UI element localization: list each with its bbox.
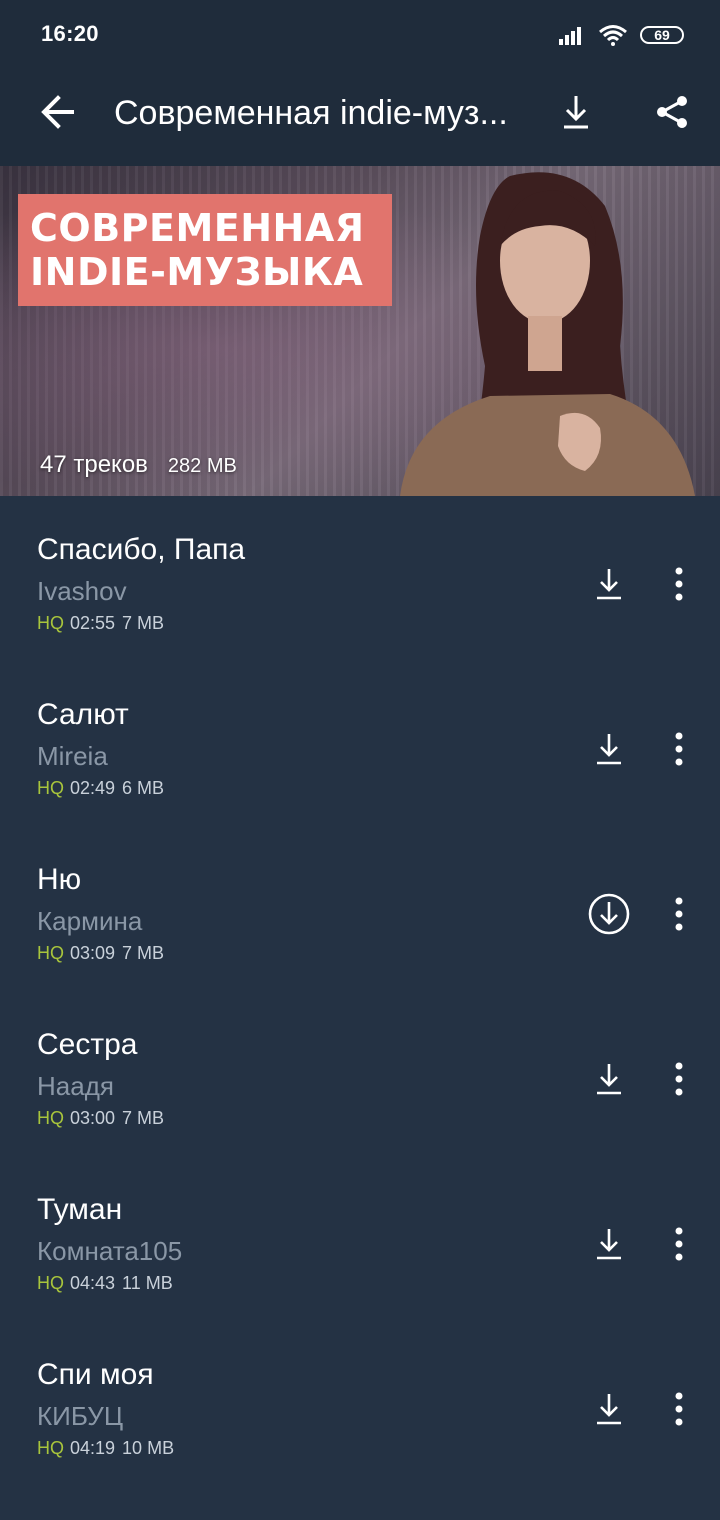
track-title: Сестра xyxy=(37,1028,138,1061)
playlist-banner: СОВРЕМЕННАЯ INDIE-МУЗЫКА 47 треков 282 M… xyxy=(0,166,720,496)
status-icons: 69 xyxy=(558,22,684,48)
track-size: 7 MB xyxy=(122,1108,165,1128)
signal-icon xyxy=(559,27,581,45)
track-list: Спасибо, Папа Ivashov HQ 02:55 7 MB Салют … xyxy=(0,496,720,1486)
download-circle-icon xyxy=(588,893,630,935)
track-size: 11 MB xyxy=(122,1273,173,1293)
download-all-button[interactable] xyxy=(548,84,604,140)
track-duration: 04:19 xyxy=(70,1438,116,1458)
banner-label-line-1: СОВРЕМЕННАЯ xyxy=(30,206,365,250)
wifi-icon xyxy=(599,25,627,46)
track-artist: Кармина xyxy=(37,906,143,936)
app-bar: Современная indie-муз... xyxy=(0,70,720,166)
download-icon xyxy=(597,1229,621,1260)
download-button[interactable] xyxy=(583,1383,635,1435)
more-options-button[interactable] xyxy=(657,723,701,775)
page-title: Современная indie-муз... xyxy=(114,94,508,132)
arrow-back-icon xyxy=(41,95,74,129)
banner-label-line-2: INDIE-МУЗЫКА xyxy=(30,250,364,294)
quality-badge: HQ xyxy=(37,943,64,963)
more-vert-icon xyxy=(675,1227,683,1261)
quality-badge: HQ xyxy=(37,613,64,633)
track-row[interactable]: Ню Кармина HQ 03:09 7 MB xyxy=(0,826,720,991)
battery-level: 69 xyxy=(654,27,670,43)
download-button[interactable] xyxy=(583,723,635,775)
status-time: 16:20 xyxy=(41,21,99,46)
download-button[interactable] xyxy=(583,888,635,940)
more-options-button[interactable] xyxy=(657,558,701,610)
more-options-button[interactable] xyxy=(657,1053,701,1105)
track-meta: HQ 03:00 7 MB xyxy=(37,1108,164,1129)
track-meta: HQ 03:09 7 MB xyxy=(37,943,164,964)
download-icon xyxy=(597,1394,621,1425)
download-icon xyxy=(564,96,588,129)
more-options-button[interactable] xyxy=(657,888,701,940)
track-artist: Mireia xyxy=(37,741,108,771)
quality-badge: HQ xyxy=(37,1438,64,1458)
tracks-count: 47 треков xyxy=(40,451,148,478)
download-icon xyxy=(597,734,621,765)
track-artist: КИБУЦ xyxy=(37,1401,124,1431)
track-size: 6 MB xyxy=(122,778,165,798)
track-title: Туман xyxy=(37,1193,123,1226)
banner-meta: 47 треков 282 MB xyxy=(40,451,237,479)
track-meta: HQ 04:19 10 MB xyxy=(37,1438,174,1459)
quality-badge: HQ xyxy=(37,778,64,798)
track-size: 7 MB xyxy=(122,613,165,633)
track-artist: Комната105 xyxy=(37,1236,183,1266)
more-vert-icon xyxy=(675,1392,683,1426)
track-artist: Наадя xyxy=(37,1071,114,1101)
track-row[interactable]: Салют Mireia HQ 02:49 6 MB xyxy=(0,661,720,826)
banner-label: СОВРЕМЕННАЯ INDIE-МУЗЫКА xyxy=(18,194,392,306)
more-options-button[interactable] xyxy=(657,1383,701,1435)
track-meta: HQ 04:43 11 MB xyxy=(37,1273,173,1294)
track-duration: 03:09 xyxy=(70,943,116,963)
track-duration: 02:49 xyxy=(70,778,116,798)
download-button[interactable] xyxy=(583,558,635,610)
cover-portrait-image xyxy=(400,172,695,496)
more-vert-icon xyxy=(675,897,683,931)
track-meta: HQ 02:55 7 MB xyxy=(37,613,164,634)
track-meta: HQ 02:49 6 MB xyxy=(37,778,164,799)
status-bar: 16:20 69 xyxy=(0,0,720,70)
track-row[interactable]: Спи моя КИБУЦ HQ 04:19 10 MB xyxy=(0,1321,720,1486)
track-artist: Ivashov xyxy=(37,576,127,606)
track-row[interactable]: Сестра Наадя HQ 03:00 7 MB xyxy=(0,991,720,1156)
more-vert-icon xyxy=(675,567,683,601)
download-icon xyxy=(597,569,621,600)
battery-icon: 69 xyxy=(640,26,684,44)
track-size: 10 MB xyxy=(122,1438,175,1458)
download-button[interactable] xyxy=(583,1053,635,1105)
track-row[interactable]: Туман Комната105 HQ 04:43 11 MB xyxy=(0,1156,720,1321)
more-vert-icon xyxy=(675,1062,683,1096)
share-button[interactable] xyxy=(644,84,700,140)
track-duration: 03:00 xyxy=(70,1108,116,1128)
track-title: Ню xyxy=(37,863,82,896)
track-title: Салют xyxy=(37,698,129,731)
back-button[interactable] xyxy=(30,84,86,140)
quality-badge: HQ xyxy=(37,1108,64,1128)
more-vert-icon xyxy=(675,732,683,766)
track-title: Спи моя xyxy=(37,1358,154,1391)
more-options-button[interactable] xyxy=(657,1218,701,1270)
track-size: 7 MB xyxy=(122,943,165,963)
download-button[interactable] xyxy=(583,1218,635,1270)
track-row[interactable]: Спасибо, Папа Ivashov HQ 02:55 7 MB xyxy=(0,496,720,661)
track-duration: 04:43 xyxy=(70,1273,116,1293)
share-icon xyxy=(657,96,687,128)
track-title: Спасибо, Папа xyxy=(37,533,246,566)
quality-badge: HQ xyxy=(37,1273,64,1293)
download-icon xyxy=(597,1064,621,1095)
track-duration: 02:55 xyxy=(70,613,116,633)
total-size: 282 MB xyxy=(167,455,237,477)
